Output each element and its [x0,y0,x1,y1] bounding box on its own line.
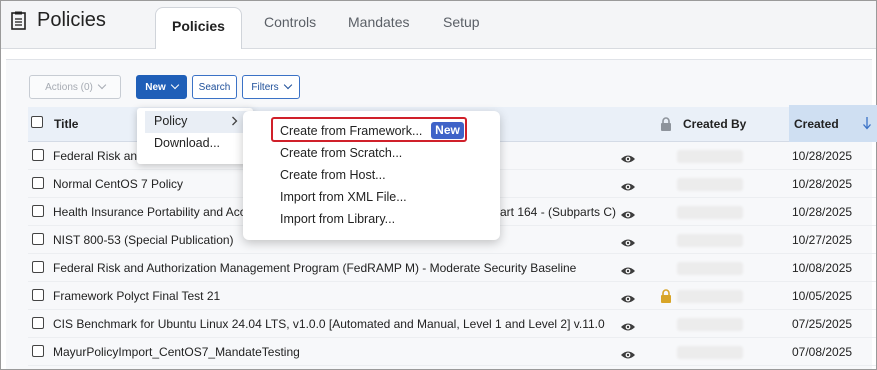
select-all-checkbox[interactable] [31,116,43,128]
row-title[interactable]: Framework Polyct Final Test 21 [53,289,220,303]
row-created-date: 10/28/2025 [792,177,853,191]
eye-icon[interactable] [620,179,636,191]
row-title[interactable]: Normal CentOS 7 Policy [53,177,183,191]
column-title[interactable]: Title [54,117,78,131]
row-checkbox[interactable] [32,261,44,273]
row-title[interactable]: Federal Risk an [53,149,137,163]
search-button[interactable]: Search [192,75,237,99]
highlight-box [271,117,467,142]
row-checkbox[interactable] [32,177,44,189]
tab-mandates[interactable]: Mandates [348,14,409,30]
lock-icon [661,117,671,131]
chevron-down-icon [97,80,107,90]
row-title-end: art 164 - (Subparts C) [500,205,617,219]
row-checkbox[interactable] [32,317,44,329]
eye-icon[interactable] [620,207,636,219]
row-divider [28,309,876,310]
menu-item-create-from-scratch[interactable]: Create from Scratch... [280,146,402,160]
eye-icon[interactable] [620,263,636,275]
row-created-date: 10/28/2025 [792,205,853,219]
filters-label: Filters [251,82,279,93]
row-created-date: 10/08/2025 [792,261,853,275]
row-divider [28,281,876,282]
menu-item-create-from-host[interactable]: Create from Host... [280,168,386,182]
row-title[interactable]: NIST 800-53 (Special Publication) [53,233,234,247]
eye-icon[interactable] [620,319,636,331]
tab-controls[interactable]: Controls [264,14,316,30]
column-created-by[interactable]: Created By [683,117,746,131]
chevron-right-icon [232,116,238,126]
lock-icon [660,289,672,308]
tab-policies[interactable]: Policies [155,7,242,49]
row-title[interactable]: Health Insurance Portability and Acc [53,205,246,219]
page-title: Policies [37,9,106,31]
created-by-redacted [677,178,743,191]
row-divider [28,337,876,338]
row-created-date: 10/27/2025 [792,233,853,247]
tab-setup[interactable]: Setup [443,14,480,30]
created-by-redacted [677,346,743,359]
filters-button[interactable]: Filters [242,75,300,99]
page-header [1,1,876,49]
menu-item-download[interactable]: Download... [154,136,220,150]
column-created[interactable]: Created [794,117,839,131]
created-by-redacted [677,290,743,303]
row-created-date: 10/05/2025 [792,289,853,303]
row-checkbox[interactable] [32,345,44,357]
actions-button[interactable]: Actions (0) [29,75,121,99]
row-divider [28,365,876,366]
new-label: New [145,82,166,93]
created-by-redacted [677,234,743,247]
row-checkbox[interactable] [32,233,44,245]
sort-down-arrow-icon[interactable] [862,116,872,130]
row-checkbox[interactable] [32,205,44,217]
menu-item-policy[interactable]: Policy [154,114,187,128]
row-title[interactable]: Federal Risk and Authorization Managemen… [53,261,576,275]
row-checkbox[interactable] [32,289,44,301]
new-button[interactable]: New [136,75,187,99]
created-by-redacted [677,318,743,331]
eye-icon[interactable] [620,151,636,163]
created-by-redacted [677,262,743,275]
row-created-date: 07/25/2025 [792,317,853,331]
row-title[interactable]: MayurPolicyImport_CentOS7_MandateTesting [53,345,300,359]
row-divider [28,253,876,254]
menu-item-import-library[interactable]: Import from Library... [280,212,395,226]
eye-icon[interactable] [620,235,636,247]
created-by-redacted [677,150,743,163]
chevron-down-icon [283,80,292,90]
eye-icon[interactable] [620,347,636,359]
row-checkbox[interactable] [32,149,44,161]
row-created-date: 10/28/2025 [792,149,853,163]
chevron-down-icon [170,80,180,90]
actions-label: Actions (0) [45,82,93,93]
row-title[interactable]: CIS Benchmark for Ubuntu Linux 24.04 LTS… [53,317,605,331]
menu-item-import-xml[interactable]: Import from XML File... [280,190,407,204]
created-by-redacted [677,206,743,219]
eye-icon[interactable] [620,291,636,303]
document-icon [11,11,26,30]
row-created-date: 07/08/2025 [792,345,853,359]
